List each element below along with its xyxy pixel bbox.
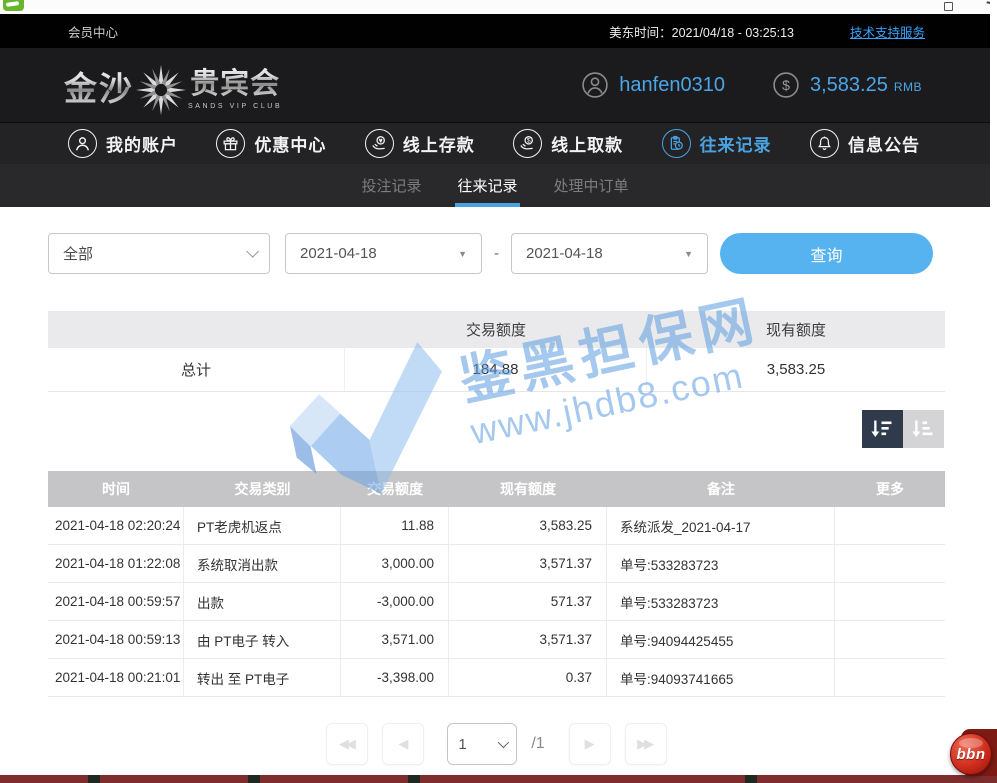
browser-window-icon — [944, 2, 953, 11]
summary-header-row: 交易额度 现有额度 — [48, 311, 945, 348]
sunburst-icon — [135, 64, 187, 116]
table-row: 2021-04-18 00:21:01 转出 至 PT电子 -3,398.00 … — [48, 659, 945, 697]
user-area: hanfen0310 $ 3,583.25 RMB — [582, 72, 922, 98]
bell-icon — [810, 129, 839, 158]
table-row: 2021-04-18 00:59:57 出款 -3,000.00 571.37 … — [48, 583, 945, 621]
summary-header-balance: 现有额度 — [647, 311, 945, 348]
nav-item-withdraw[interactable]: $ 线上取款 — [513, 129, 623, 158]
col-balance: 现有额度 — [449, 471, 607, 507]
right-gap — [990, 0, 997, 775]
page-select[interactable]: 1 — [447, 723, 517, 765]
nav-item-deposit[interactable]: 线上存款 — [365, 129, 475, 158]
member-center-label: 会员中心 — [68, 22, 118, 41]
date-range-separator: - — [494, 245, 499, 262]
sort-bar — [862, 410, 944, 448]
col-remark: 备注 — [607, 471, 835, 507]
filter-row: 全部 2021-04-18 ▼ - 2021-04-18 ▼ 查询 — [48, 233, 933, 274]
withdraw-icon: $ — [513, 129, 542, 158]
eastern-time-label: 美东时间：2021/04/18 - 03:25:13 — [609, 22, 794, 41]
logo-subtitle: SANDS VIP CLUB — [188, 103, 282, 110]
deposit-icon — [365, 129, 394, 158]
topbar: 会员中心 美东时间：2021/04/18 - 03:25:13 技术支持服务 — [0, 14, 990, 48]
svg-text:$: $ — [782, 77, 790, 93]
summary-header-empty — [48, 311, 345, 348]
summary-total-balance: 3,583.25 — [647, 348, 945, 391]
tab-bet-records[interactable]: 投注记录 — [359, 164, 423, 207]
subnav: 投注记录 往来记录 处理中订单 — [0, 164, 990, 207]
transfer-records-icon — [662, 129, 691, 158]
table-row: 2021-04-18 02:20:24 PT老虎机返点 11.88 3,583.… — [48, 507, 945, 545]
sands-vip-club-logo[interactable]: 金沙 贵宾会 SANDS VIP CLUB — [64, 60, 282, 110]
dollar-icon: $ — [773, 72, 799, 98]
summary-table: 交易额度 现有额度 总计 184.88 3,583.25 — [48, 311, 945, 392]
footer-segment — [248, 775, 260, 783]
footer-segment — [745, 775, 757, 783]
date-from-select[interactable]: 2021-04-18 ▼ — [285, 233, 482, 274]
records-table: 时间 交易类别 交易额度 现有额度 备注 更多 2021-04-18 02:20… — [48, 471, 945, 697]
summary-total-transaction: 184.88 — [345, 348, 647, 391]
type-select[interactable]: 全部 — [48, 233, 270, 274]
bbin-logo[interactable]: bbn — [950, 733, 992, 775]
caret-down-icon: ▼ — [684, 249, 693, 259]
summary-header-transaction: 交易额度 — [345, 311, 647, 348]
nav-item-promotions[interactable]: 优惠中心 — [216, 129, 326, 158]
site-header: 金沙 贵宾会 SANDS VIP CLUB — [0, 48, 990, 122]
footer-segment — [88, 775, 100, 783]
nav-item-my-account[interactable]: 我的账户 — [68, 129, 178, 158]
col-time: 时间 — [48, 471, 184, 507]
tab-pending-orders[interactable]: 处理中订单 — [552, 164, 631, 207]
browser-strip — [0, 0, 997, 14]
total-pages-label: /1 — [531, 735, 544, 753]
tab-transfer-records[interactable]: 往来记录 — [455, 164, 519, 207]
chevron-down-icon — [246, 245, 259, 258]
chevron-down-icon — [498, 737, 509, 748]
footer-segment — [408, 775, 420, 783]
first-page-button[interactable]: ◀◀ — [326, 723, 368, 765]
nav-item-transfer-records[interactable]: 往来记录 — [662, 129, 772, 158]
footer-strip — [0, 775, 997, 783]
main-nav: 我的账户 优惠中心 线上存款 $ — [0, 122, 990, 164]
sort-ascending-button[interactable] — [903, 410, 944, 448]
pagination: ◀◀ ◀ 1 /1 ▶ ▶▶ — [48, 723, 945, 765]
next-page-button[interactable]: ▶ — [569, 723, 611, 765]
sort-descending-button[interactable] — [862, 410, 903, 448]
balance-amount: 3,583.25 — [810, 74, 888, 97]
search-button[interactable]: 查询 — [720, 233, 933, 274]
summary-total-label: 总计 — [48, 348, 345, 391]
sort-descending-icon — [871, 419, 894, 440]
date-to-select[interactable]: 2021-04-18 ▼ — [511, 233, 708, 274]
table-row: 2021-04-18 00:59:13 由 PT电子 转入 3,571.00 3… — [48, 621, 945, 659]
tech-support-link[interactable]: 技术支持服务 — [850, 22, 925, 41]
user-icon — [68, 129, 97, 158]
browser-app-icon — [3, 0, 24, 11]
currency-label: RMB — [894, 80, 922, 94]
sort-ascending-icon — [912, 419, 935, 440]
records-header-row: 时间 交易类别 交易额度 现有额度 备注 更多 — [48, 471, 945, 507]
nav-item-announcements[interactable]: 信息公告 — [810, 129, 920, 158]
gift-icon — [216, 129, 245, 158]
user-avatar-icon — [582, 72, 608, 98]
col-type: 交易类别 — [184, 471, 341, 507]
svg-text:$: $ — [527, 138, 531, 145]
logo-text-right: 贵宾会 — [190, 60, 280, 102]
col-more: 更多 — [835, 471, 945, 507]
col-transaction: 交易额度 — [341, 471, 449, 507]
table-row: 2021-04-18 01:22:08 系统取消出款 3,000.00 3,57… — [48, 545, 945, 583]
summary-total-row: 总计 184.88 3,583.25 — [48, 348, 945, 392]
caret-down-icon: ▼ — [458, 249, 467, 259]
username[interactable]: hanfen0310 — [619, 74, 725, 97]
last-page-button[interactable]: ▶▶ — [625, 723, 667, 765]
logo-text-left: 金沙 — [64, 62, 134, 110]
prev-page-button[interactable]: ◀ — [382, 723, 424, 765]
content: 全部 2021-04-18 ▼ - 2021-04-18 ▼ 查询 交易额度 现… — [0, 207, 990, 775]
